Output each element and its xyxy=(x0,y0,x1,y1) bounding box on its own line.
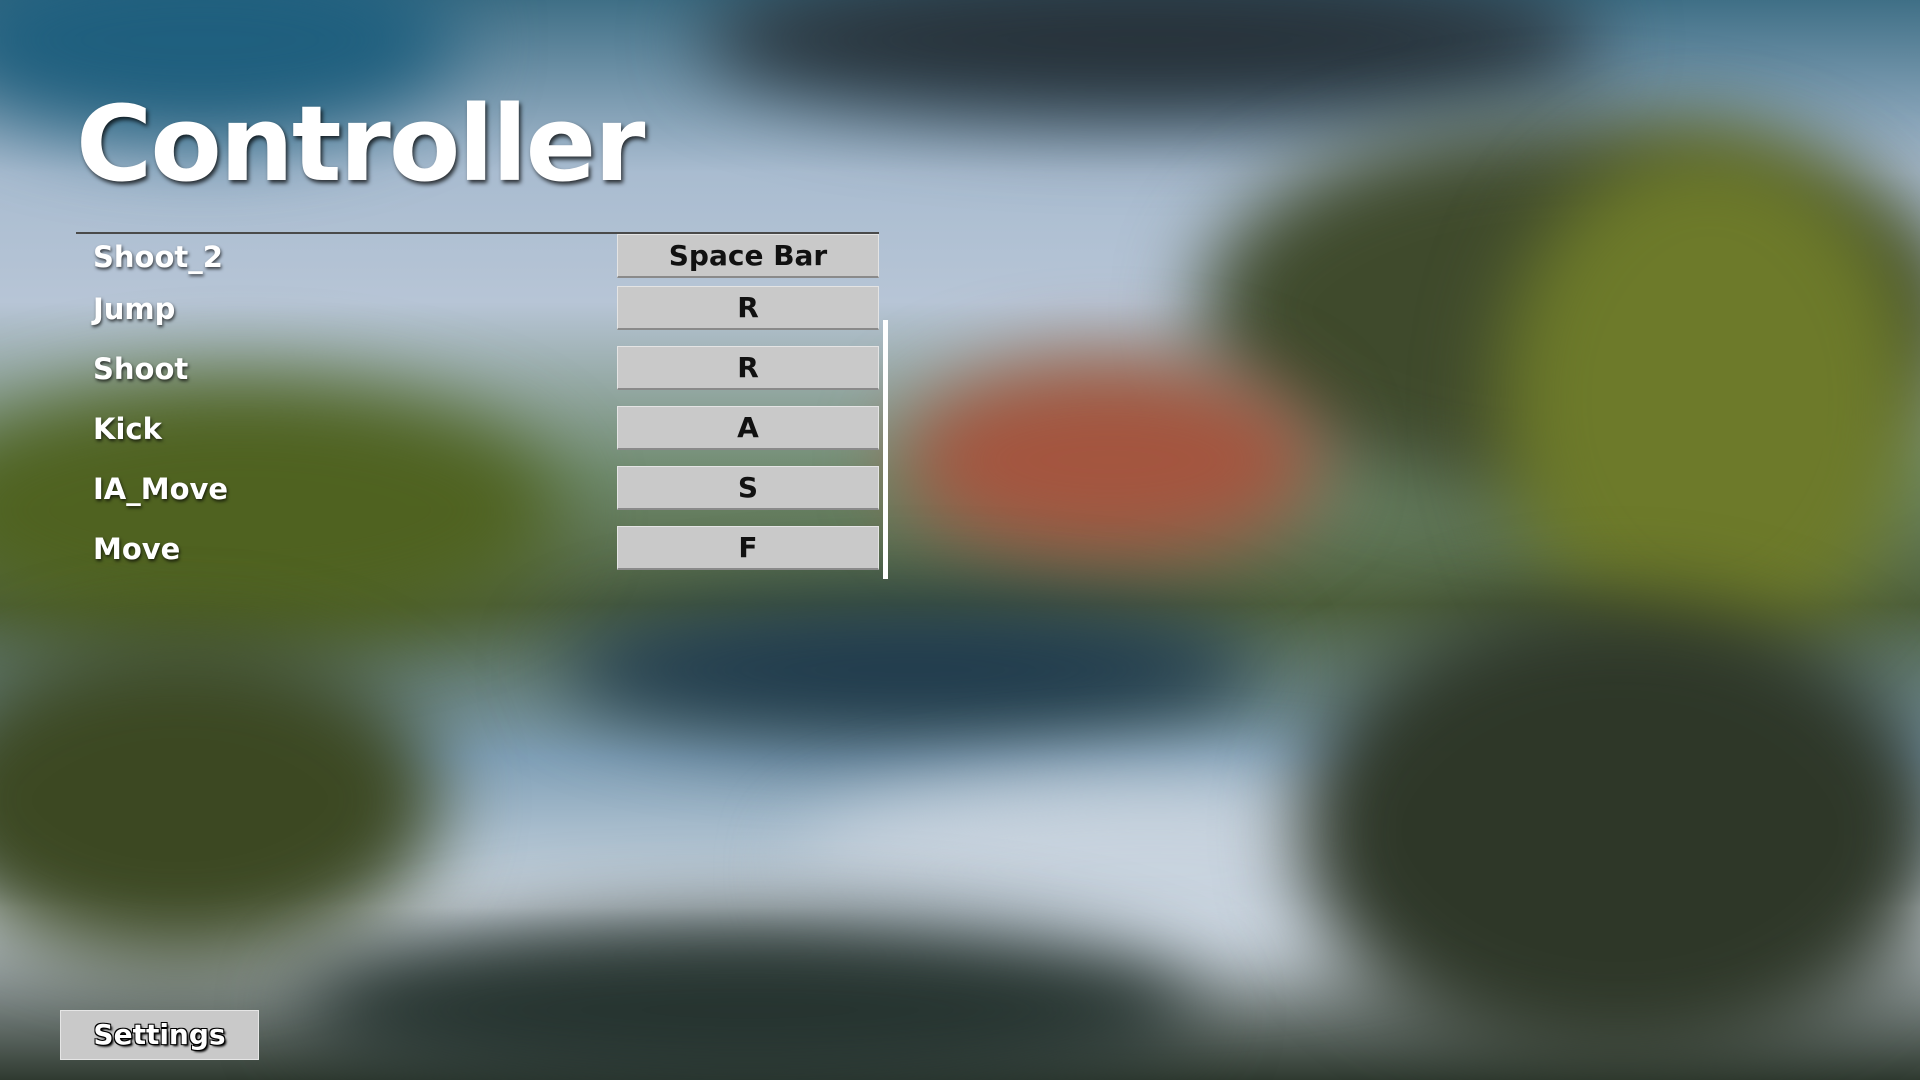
settings-button[interactable]: Settings xyxy=(60,1010,259,1060)
binding-row-shoot-2: Shoot_2 Space Bar xyxy=(76,234,879,280)
page-title: Controller xyxy=(76,83,645,205)
binding-row-move: Move F xyxy=(76,526,879,572)
key-button-move[interactable]: F xyxy=(617,526,879,570)
binding-row-jump: Jump R xyxy=(76,286,879,332)
key-binding-list[interactable]: Shoot_2 Space Bar Jump R Shoot R Kick A … xyxy=(76,232,888,584)
action-label: Shoot xyxy=(93,352,189,386)
action-label: Move xyxy=(93,532,181,566)
key-button-shoot-2[interactable]: Space Bar xyxy=(617,234,879,278)
action-label: Kick xyxy=(93,412,162,446)
key-button-kick[interactable]: A xyxy=(617,406,879,450)
key-button-jump[interactable]: R xyxy=(617,286,879,330)
action-label: Jump xyxy=(93,292,176,326)
binding-row-shoot: Shoot R xyxy=(76,346,879,392)
binding-row-ia-move: IA_Move S xyxy=(76,466,879,512)
key-button-shoot[interactable]: R xyxy=(617,346,879,390)
scrollbar-thumb[interactable] xyxy=(883,320,888,579)
action-label: Shoot_2 xyxy=(93,240,223,274)
key-button-ia-move[interactable]: S xyxy=(617,466,879,510)
binding-row-kick: Kick A xyxy=(76,406,879,452)
action-label: IA_Move xyxy=(93,472,229,506)
